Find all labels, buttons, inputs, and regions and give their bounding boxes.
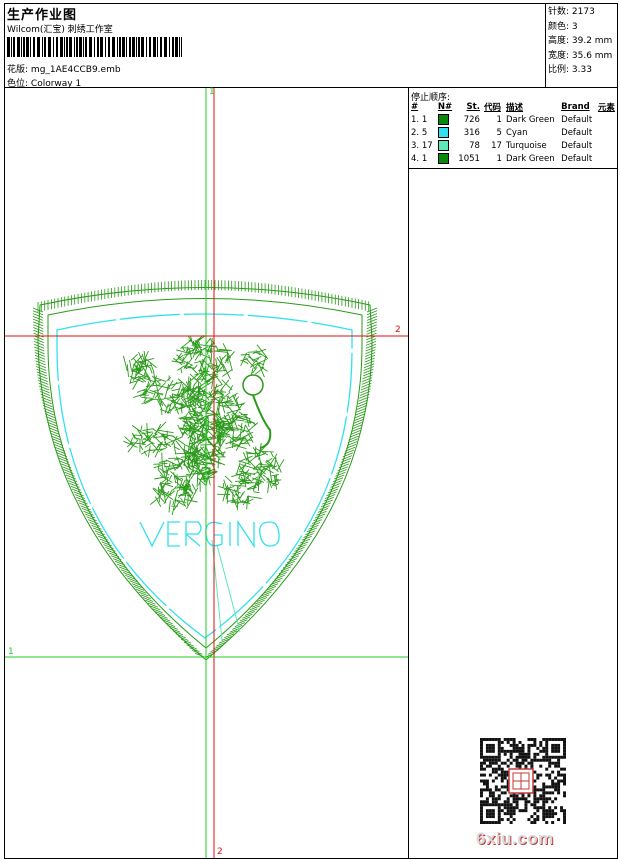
lion-emblem	[122, 334, 285, 516]
axis-label-top: 1	[209, 87, 215, 97]
lion-tail-ring	[242, 374, 264, 396]
turquoise-connector	[211, 539, 241, 641]
axis-label-left: 1	[8, 647, 14, 657]
design-canvas	[5, 88, 408, 858]
axis-label-right: 2	[395, 325, 401, 335]
seal-stamp-icon	[508, 768, 534, 794]
vergino-text	[139, 519, 280, 549]
watermark-site: 6xiu.com	[476, 829, 554, 848]
axis-label-bottom: 2	[217, 847, 223, 857]
lion-tail-curve	[252, 394, 272, 449]
